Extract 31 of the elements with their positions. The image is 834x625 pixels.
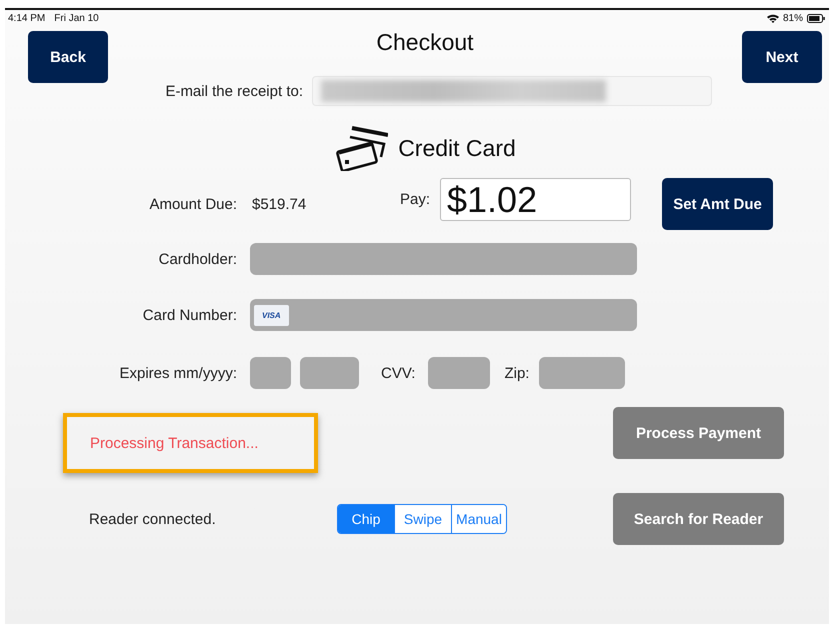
zip-field[interactable] (539, 357, 626, 389)
reader-status: Reader connected. (89, 510, 217, 528)
cvv-label: CVV: (381, 364, 416, 382)
expiry-year-field[interactable] (300, 357, 359, 389)
email-label: E-mail the receipt to: (164, 82, 303, 100)
next-button[interactable]: Next (742, 31, 822, 83)
field-label: Card Number: (142, 306, 237, 324)
status-date: Fri Jan 10 (54, 12, 99, 24)
pay-amount-field[interactable]: $1.02 (440, 178, 632, 221)
entry-mode-tab[interactable]: Chip (338, 505, 394, 533)
back-button[interactable]: Back (28, 31, 108, 83)
wifi-icon (766, 14, 779, 22)
set-amount-due-button[interactable]: Set Amt Due (662, 178, 774, 230)
amount-due-value: $519.74 (252, 196, 308, 212)
payment-method-title: Credit Card (398, 134, 516, 162)
processing-message: Processing Transaction... (90, 434, 258, 452)
page-title: Checkout (376, 29, 474, 56)
status-time: 4:14 PM (8, 12, 46, 24)
email-field[interactable] (312, 76, 712, 106)
amount-due-label: Amount Due: (148, 196, 237, 212)
field-label: Cardholder: (158, 250, 237, 268)
battery-icon (807, 14, 825, 22)
pay-label: Pay: (400, 190, 430, 208)
credit-cards-icon (336, 125, 388, 171)
zip-label: Zip: (504, 364, 530, 382)
entry-mode-tab[interactable]: Swipe (394, 505, 451, 533)
battery-percentage: 81% (782, 12, 803, 24)
expires-label: Expires mm/yyyy: (118, 364, 237, 382)
visa-logo: VISA (254, 304, 289, 326)
cvv-field[interactable] (428, 357, 490, 389)
entry-mode-tab[interactable]: Manual (451, 505, 506, 533)
